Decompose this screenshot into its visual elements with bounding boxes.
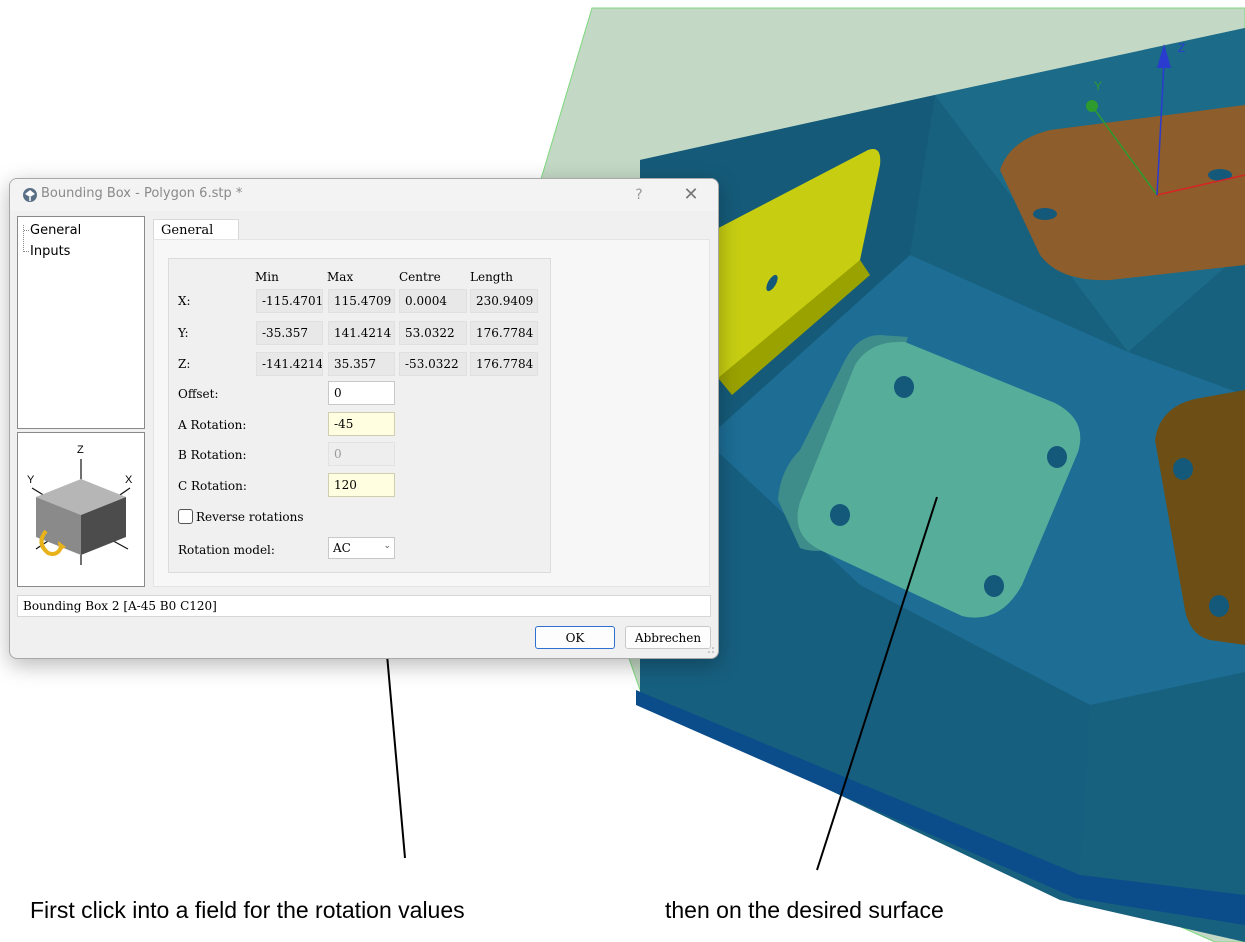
x-length-value: 230.9409 <box>470 289 538 313</box>
axis-z-label: Z <box>1178 41 1185 55</box>
y-axis-handle[interactable] <box>1086 100 1098 112</box>
rotation-preview: Z Y X <box>17 432 145 587</box>
tab-general[interactable]: General <box>153 219 239 241</box>
svg-text:Y: Y <box>27 474 35 486</box>
bounding-box-dialog: Bounding Box - Polygon 6.stp * ? ✕ Gener… <box>9 178 719 659</box>
dialog-title: Bounding Box - Polygon 6.stp * <box>41 186 243 201</box>
general-panel: Min Max Centre Length X: -115.4701 115.4… <box>153 239 710 587</box>
help-button[interactable]: ? <box>628 183 650 207</box>
b-rotation-input: 0 <box>328 442 395 466</box>
caption-right: then on the desired surface <box>665 897 944 923</box>
tree-item-label: General <box>30 223 82 238</box>
hole <box>830 504 850 526</box>
caption-left: First click into a field for the rotatio… <box>30 897 465 923</box>
offset-input[interactable]: 0 <box>328 381 395 405</box>
tree-item-general[interactable]: General <box>24 223 81 238</box>
chevron-down-icon: ⌄ <box>383 541 391 551</box>
c-rotation-label: C Rotation: <box>178 479 247 493</box>
x-min-value: -115.4701 <box>256 289 323 313</box>
row-z-label: Z: <box>178 357 191 371</box>
y-min-value: -35.357 <box>256 321 323 345</box>
navigation-tree: General Inputs <box>17 216 145 429</box>
y-length-value: 176.7784 <box>470 321 538 345</box>
cancel-button[interactable]: Abbrechen <box>625 626 711 649</box>
col-max-header: Max <box>327 270 354 284</box>
hole <box>1209 595 1229 617</box>
row-y-label: Y: <box>178 326 189 340</box>
result-name-field[interactable]: Bounding Box 2 [A-45 B0 C120] <box>17 595 711 617</box>
col-min-header: Min <box>255 270 279 284</box>
rotation-model-select[interactable]: AC ⌄ <box>328 537 395 559</box>
z-length-value: 176.7784 <box>470 352 538 376</box>
hole <box>1047 446 1067 468</box>
hole <box>1173 458 1193 480</box>
a-rotation-input[interactable]: -45 <box>328 412 395 436</box>
reverse-rotations-label[interactable]: Reverse rotations <box>196 510 304 524</box>
z-centre-value: -53.0322 <box>399 352 467 376</box>
app-icon <box>23 188 37 202</box>
offset-label: Offset: <box>178 387 219 401</box>
tree-item-label: Inputs <box>30 244 71 259</box>
z-min-value: -141.4214 <box>256 352 323 376</box>
tree-item-inputs[interactable]: Inputs <box>24 244 70 259</box>
resize-grip-icon[interactable] <box>707 646 715 654</box>
x-max-value: 115.4709 <box>328 289 395 313</box>
dialog-titlebar[interactable]: Bounding Box - Polygon 6.stp * ? ✕ <box>10 179 718 211</box>
close-button[interactable]: ✕ <box>678 183 704 207</box>
c-rotation-input[interactable]: 120 <box>328 473 395 497</box>
rotation-model-value: AC <box>333 541 351 555</box>
svg-text:Z: Z <box>77 444 84 456</box>
z-max-value: 35.357 <box>328 352 395 376</box>
hole <box>984 575 1004 597</box>
hole <box>1033 208 1057 220</box>
row-x-label: X: <box>178 294 191 308</box>
x-centre-value: 0.0004 <box>399 289 467 313</box>
y-max-value: 141.4214 <box>328 321 395 345</box>
y-centre-value: 53.0322 <box>399 321 467 345</box>
axis-y-label: Y <box>1094 79 1102 93</box>
a-rotation-label: A Rotation: <box>178 418 247 432</box>
b-rotation-label: B Rotation: <box>178 448 247 462</box>
ok-button[interactable]: OK <box>535 626 615 649</box>
col-length-header: Length <box>470 270 514 284</box>
col-centre-header: Centre <box>399 270 441 284</box>
hole <box>894 376 914 398</box>
rotation-model-label: Rotation model: <box>178 543 275 557</box>
svg-text:X: X <box>125 474 133 486</box>
bounding-box-group: Min Max Centre Length X: -115.4701 115.4… <box>168 258 551 573</box>
reverse-rotations-checkbox[interactable] <box>178 509 193 524</box>
cube-axes-icon: Z Y X <box>27 444 133 565</box>
